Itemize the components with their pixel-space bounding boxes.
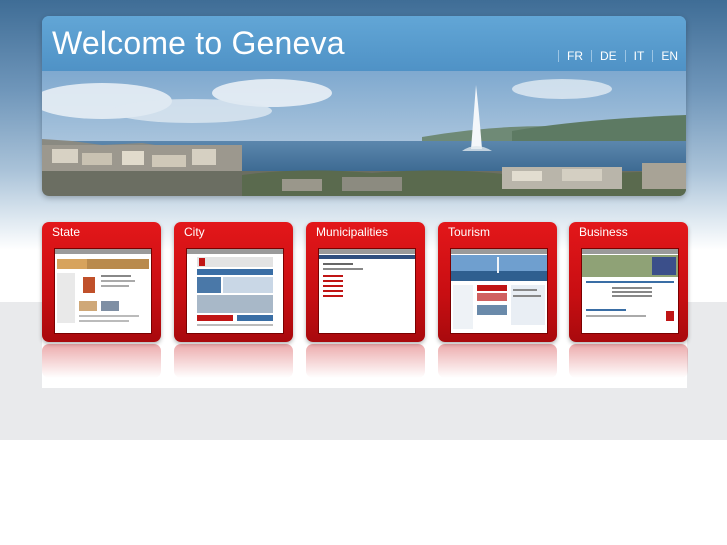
website-thumbnail — [54, 248, 152, 334]
section-card-label: City — [184, 225, 205, 239]
language-link-it[interactable]: IT — [634, 49, 645, 63]
geneva-lake-photo — [42, 71, 686, 196]
card-reflection — [569, 344, 688, 378]
header-bar: Welcome to Geneva FR DE IT EN — [42, 16, 686, 71]
card-reflection — [306, 344, 425, 378]
page-title: Welcome to Geneva — [52, 25, 345, 61]
language-link-de[interactable]: DE — [600, 49, 617, 63]
header-banner: Welcome to Geneva FR DE IT EN — [42, 16, 686, 196]
section-card-label: Business — [579, 225, 628, 239]
website-thumbnail — [450, 248, 548, 334]
language-separator — [652, 50, 654, 62]
language-switcher: FR DE IT EN — [550, 49, 678, 63]
section-card-state[interactable]: State — [42, 222, 161, 342]
language-link-en[interactable]: EN — [661, 49, 678, 63]
section-card-municipalities[interactable]: Municipalities — [306, 222, 425, 342]
language-separator — [590, 50, 592, 62]
website-thumbnail — [186, 248, 284, 334]
language-separator — [557, 50, 559, 62]
section-card-business[interactable]: Business — [569, 222, 688, 342]
card-reflection — [438, 344, 557, 378]
section-card-label: Municipalities — [316, 225, 389, 239]
language-link-fr[interactable]: FR — [567, 49, 583, 63]
card-reflection — [174, 344, 293, 378]
section-card-label: Tourism — [448, 225, 491, 239]
card-reflection — [42, 344, 161, 378]
website-thumbnail — [581, 248, 679, 334]
section-card-label: State — [52, 225, 81, 239]
website-thumbnail — [318, 248, 416, 334]
language-separator — [624, 50, 626, 62]
section-card-tourism[interactable]: Tourism — [438, 222, 557, 342]
section-card-city[interactable]: City — [174, 222, 293, 342]
